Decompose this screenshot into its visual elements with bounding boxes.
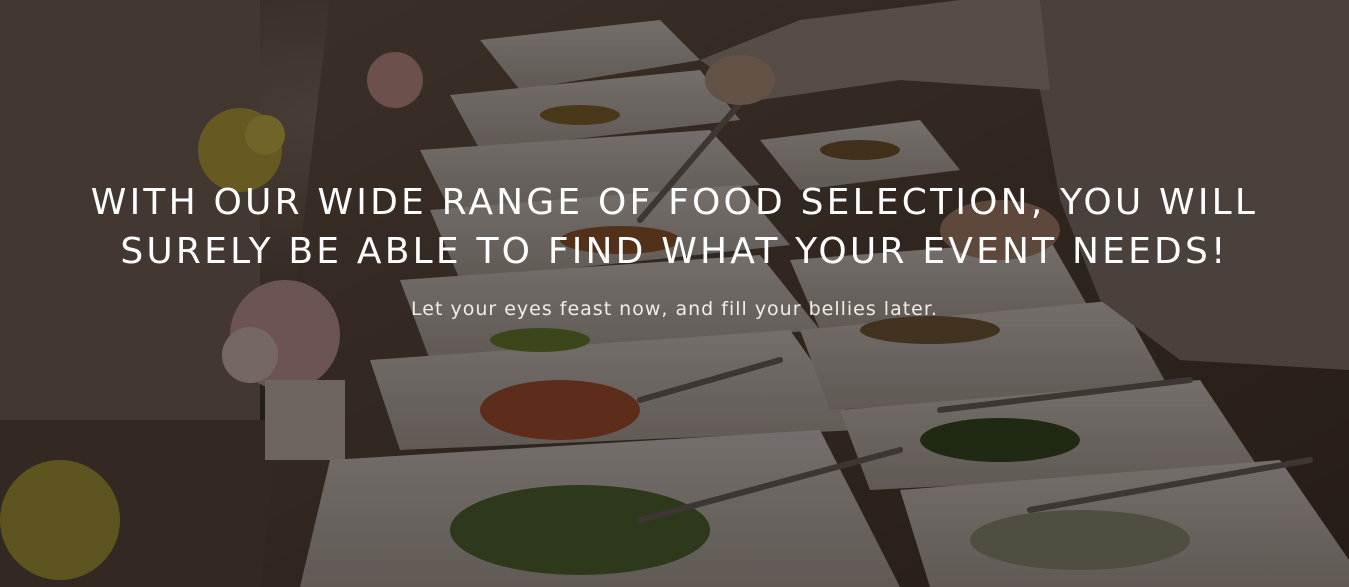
hero-headline: WITH OUR WIDE RANGE OF FOOD SELECTION, Y…	[24, 178, 1325, 276]
hero-subheadline: Let your eyes feast now, and fill your b…	[411, 298, 938, 320]
hero-headline-line-1: WITH OUR WIDE RANGE OF FOOD SELECTION, Y…	[90, 182, 1259, 223]
hero-headline-line-2: SURELY BE ABLE TO FIND WHAT YOUR EVENT N…	[120, 231, 1229, 272]
hero-banner: WITH OUR WIDE RANGE OF FOOD SELECTION, Y…	[0, 0, 1349, 587]
hero-content: WITH OUR WIDE RANGE OF FOOD SELECTION, Y…	[0, 0, 1349, 587]
